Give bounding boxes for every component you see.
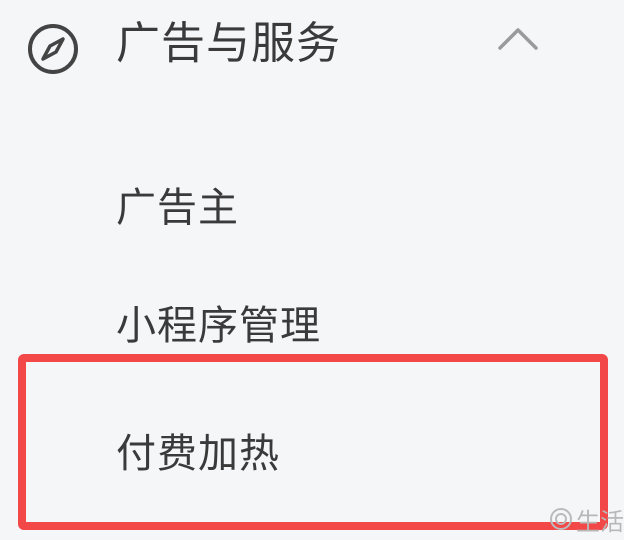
menu-item-label: 小程序管理	[116, 303, 321, 349]
menu-group-ads-services[interactable]: 广告与服务	[0, 0, 624, 92]
sidebar-menu: 广告与服务 广告主 小程序管理 付费加热 生活	[0, 0, 624, 540]
chevron-up-icon[interactable]	[496, 24, 540, 54]
watermark-logo-icon	[550, 508, 572, 530]
menu-item-label: 付费加热	[116, 431, 280, 477]
menu-item-paid-boost[interactable]: 付费加热	[0, 396, 624, 496]
menu-item-label: 广告主	[116, 185, 239, 231]
watermark-text: 生活	[576, 507, 624, 536]
compass-icon	[28, 24, 78, 74]
menu-group-title: 广告与服务	[116, 18, 341, 69]
menu-item-advertiser[interactable]: 广告主	[0, 156, 624, 256]
watermark: 生活	[548, 504, 624, 536]
menu-item-mini-program-management[interactable]: 小程序管理	[0, 274, 624, 374]
